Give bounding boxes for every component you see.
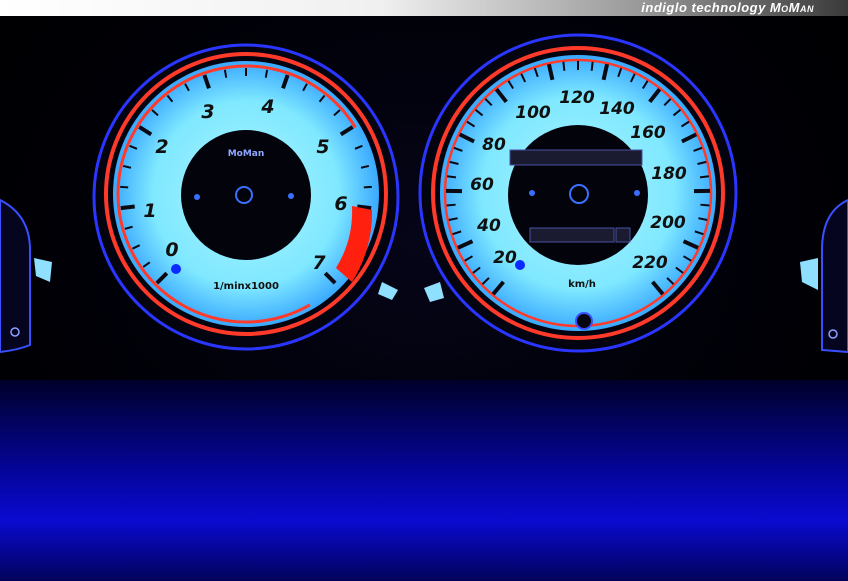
- tach-unit-label: 1/minx1000: [213, 281, 279, 292]
- speedo-number-140: 140: [599, 99, 635, 119]
- tick-mark: [700, 203, 710, 207]
- tach-logo: MoMan: [228, 149, 265, 159]
- gauge-cluster: MoMan 1/minx1000 0 1 2 3 4 5 6 7 km/h 20…: [0, 33, 848, 354]
- speedo-unit-label: km/h: [568, 279, 596, 290]
- right-vent: [800, 198, 848, 354]
- speedo-trip-reset-knob: [575, 312, 593, 330]
- tick-mark: [590, 61, 594, 71]
- speedo-number-60: 60: [470, 175, 494, 195]
- tick-mark: [223, 69, 228, 78]
- tach-number-7: 7: [312, 252, 326, 274]
- left-vent: [0, 198, 52, 354]
- speedo-number-80: 80: [482, 135, 506, 155]
- speedo-odometer-window: [509, 149, 643, 166]
- speedo-number-200: 200: [650, 213, 686, 233]
- tick-mark: [562, 61, 566, 71]
- tachometer: MoMan 1/minx1000 0 1 2 3 4 5 6 7: [92, 43, 400, 351]
- tach-number-0: 0: [165, 239, 178, 261]
- speedo-number-100: 100: [515, 103, 551, 123]
- speedo-side-knob: [424, 282, 444, 302]
- speedo-number-180: 180: [651, 164, 687, 184]
- tach-number-6: 6: [334, 193, 347, 215]
- speedo-number-160: 160: [630, 123, 666, 143]
- speedo-center-hub: [508, 125, 648, 265]
- speedo-trip-window: [529, 227, 615, 243]
- tick-mark: [264, 69, 269, 78]
- tach-indicator-dot: [171, 264, 181, 274]
- speedo-trip-digit: [615, 227, 631, 243]
- speedo-number-220: 220: [632, 253, 668, 273]
- tach-number-2: 2: [155, 136, 168, 158]
- tick-mark: [699, 175, 710, 179]
- speedometer: km/h 20 40 60 80 100 120 140 160 180 200…: [418, 33, 738, 353]
- tick-mark: [120, 204, 135, 211]
- tach-reset-knob: [378, 282, 398, 300]
- speedo-number-20: 20: [493, 248, 517, 268]
- tach-number-5: 5: [316, 136, 329, 158]
- tick-mark: [446, 203, 456, 207]
- speedo-number-120: 120: [559, 88, 595, 108]
- tach-number-3: 3: [201, 101, 214, 123]
- tach-number-1: 1: [143, 200, 156, 222]
- tick-mark: [446, 175, 457, 179]
- tach-number-4: 4: [260, 96, 274, 118]
- speedo-number-40: 40: [476, 216, 501, 236]
